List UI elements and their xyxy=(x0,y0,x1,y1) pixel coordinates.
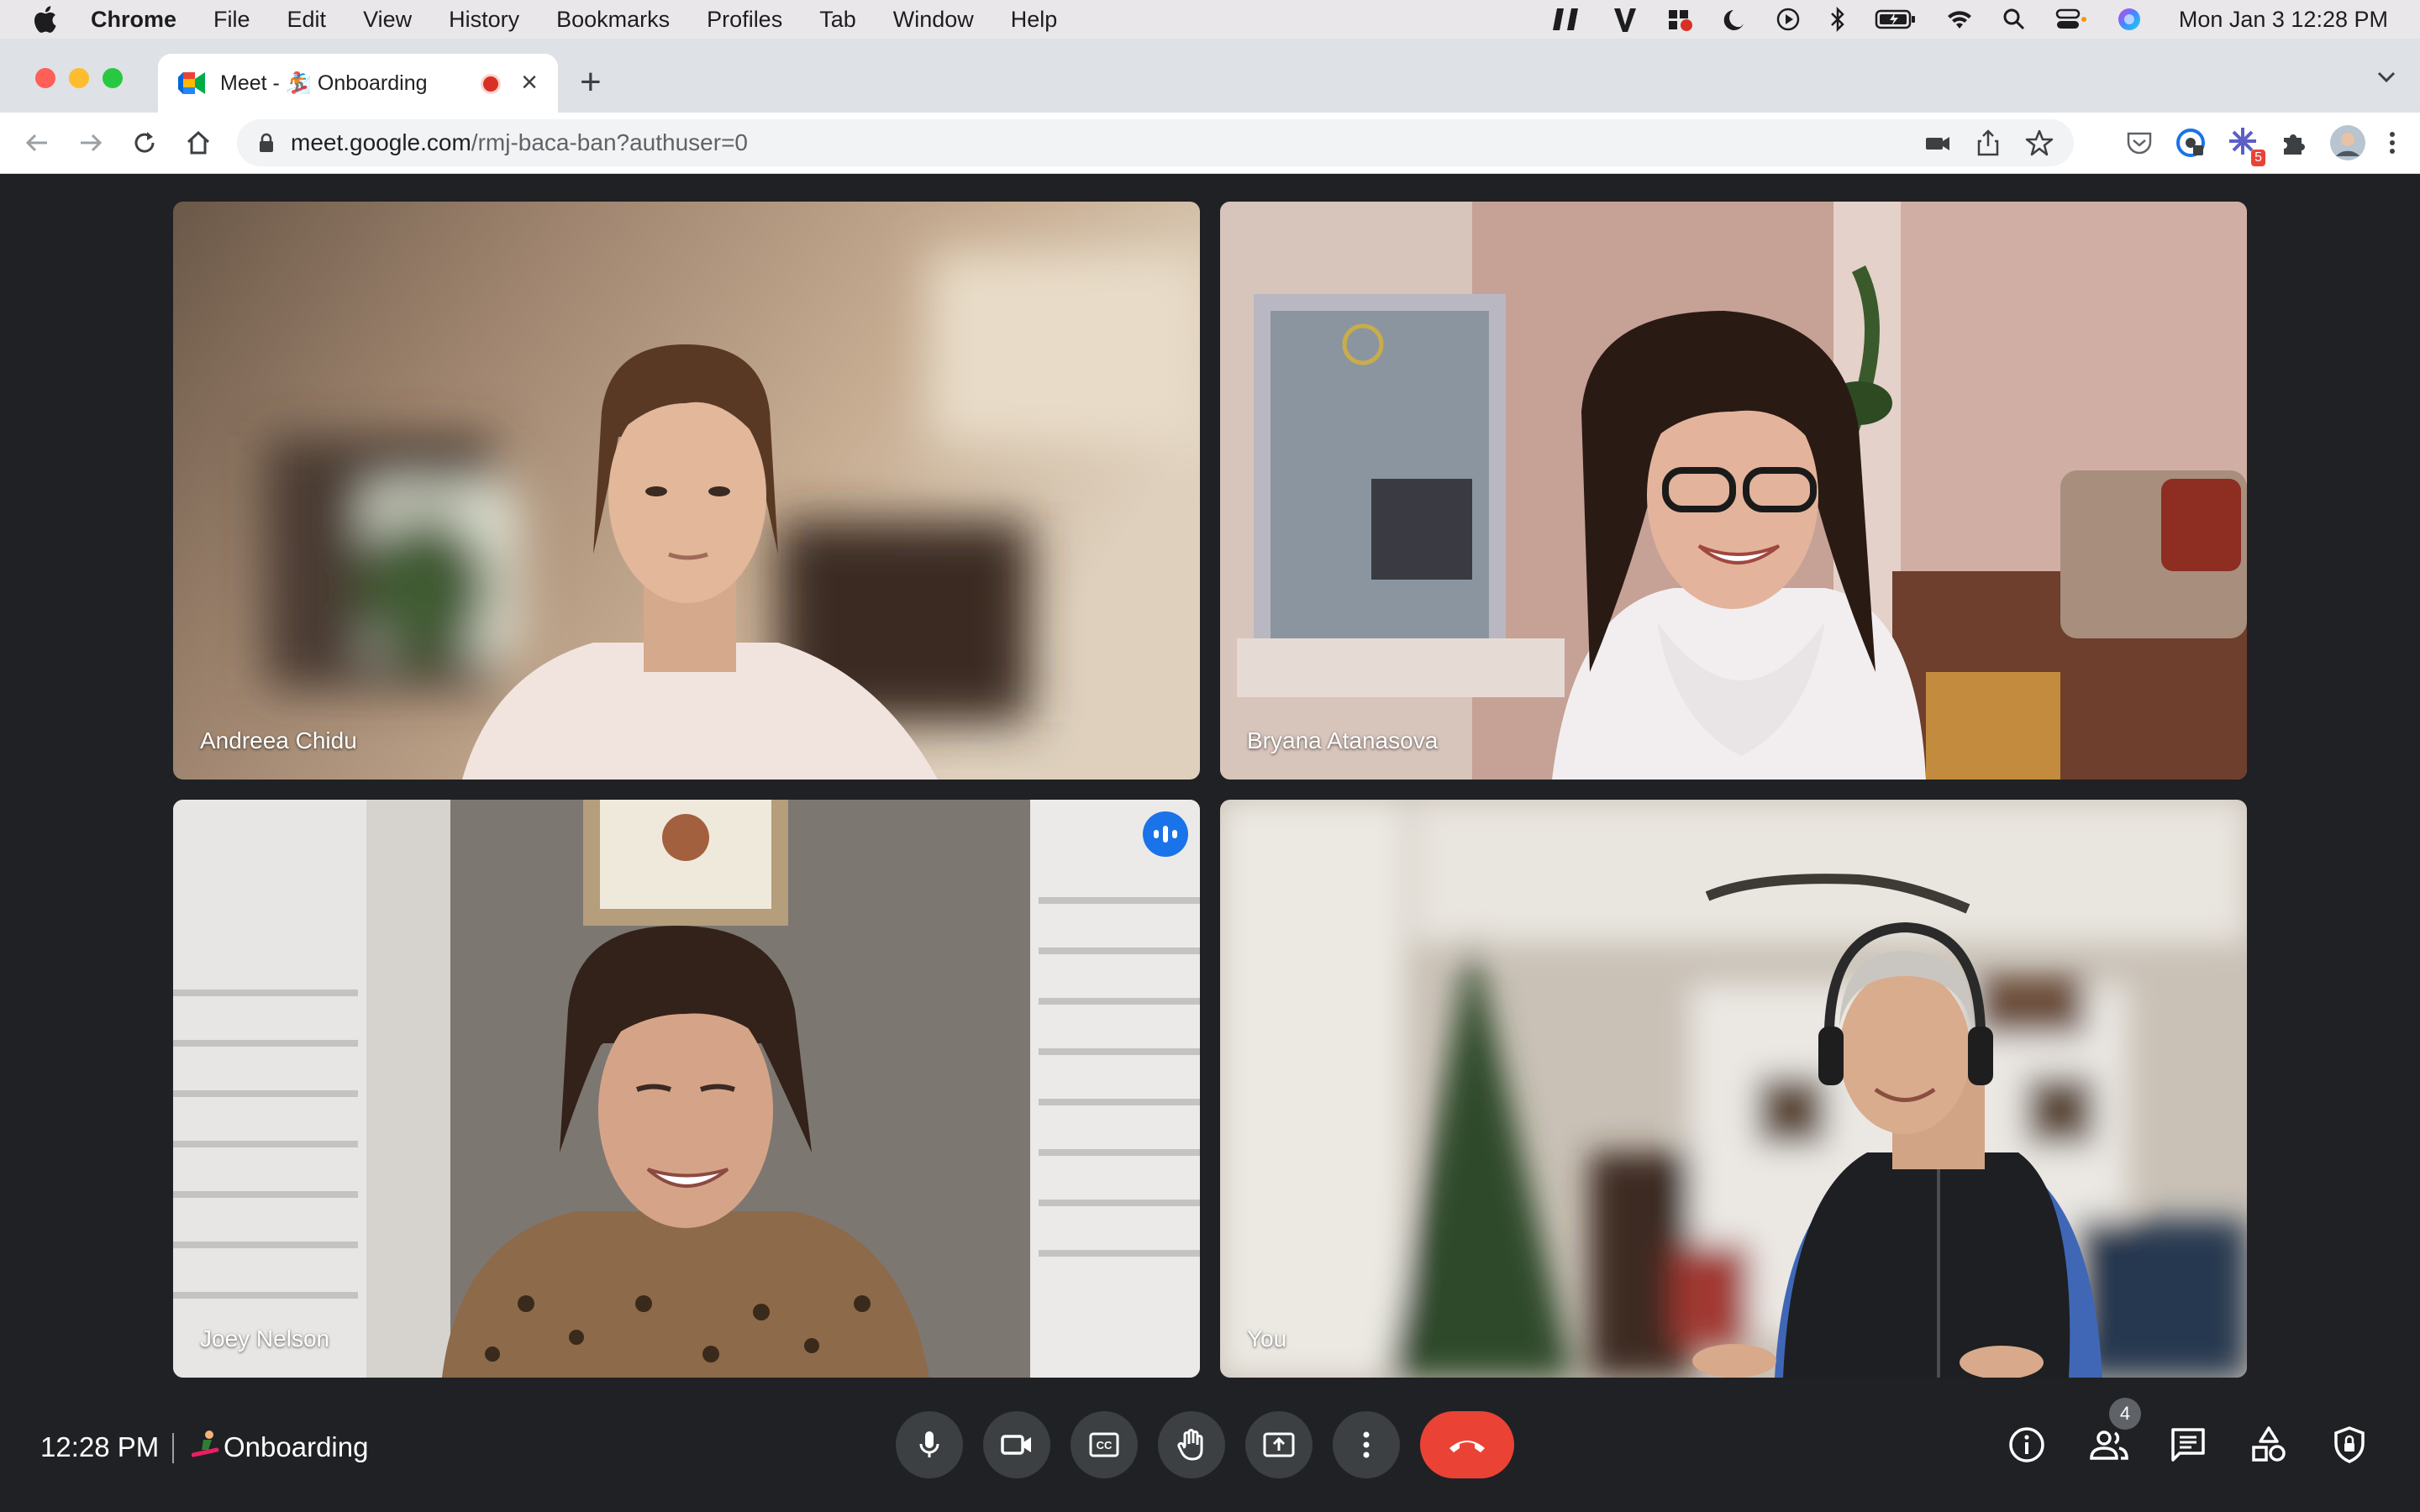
battery-icon[interactable] xyxy=(1875,8,1917,30)
menubar-status-area: Mon Jan 3 12:28 PM xyxy=(1550,0,2388,39)
participant-tile-self[interactable]: You xyxy=(1220,800,2247,1378)
menu-view[interactable]: View xyxy=(363,7,412,33)
svg-text:CC: CC xyxy=(1097,1439,1113,1452)
menu-history[interactable]: History xyxy=(449,7,519,33)
video-camera-icon xyxy=(1001,1435,1031,1455)
vimeo-app-icon[interactable] xyxy=(1612,5,1638,34)
home-icon[interactable] xyxy=(183,128,213,158)
participant-tile-andreea[interactable]: Andreea Chidu xyxy=(173,202,1200,780)
raise-hand-button[interactable] xyxy=(1158,1411,1225,1478)
extension-badge: 5 xyxy=(2251,149,2265,166)
divider xyxy=(172,1433,174,1463)
reload-icon[interactable] xyxy=(129,128,160,158)
people-icon[interactable] xyxy=(2087,1425,2131,1465)
recording-indicator-icon xyxy=(481,74,501,94)
profile-avatar[interactable] xyxy=(2329,124,2366,161)
menubar-clock[interactable]: Mon Jan 3 12:28 PM xyxy=(2179,7,2388,33)
macos-menubar: Chrome File Edit View History Bookmarks … xyxy=(0,0,2420,39)
tab-search-chevron-icon[interactable] xyxy=(2376,71,2396,84)
forward-arrow-icon[interactable] xyxy=(76,128,106,158)
tab-close-icon[interactable]: × xyxy=(514,67,544,97)
participant-video-andreea xyxy=(173,202,1200,780)
participant-video-joey xyxy=(173,800,1200,1378)
clickup-extension[interactable]: 5 xyxy=(2227,125,2265,166)
browser-tabstrip: Meet - 🏂 Onboarding × + xyxy=(0,39,2420,113)
control-center-icon[interactable] xyxy=(2054,8,2088,31)
participant-name-label: Andreea Chidu xyxy=(200,727,357,753)
recording-app-icon[interactable] xyxy=(1666,5,1695,34)
tab-meet-onboarding[interactable]: Meet - 🏂 Onboarding × xyxy=(158,54,558,113)
window-zoom-button[interactable] xyxy=(103,68,123,88)
play-circle-icon[interactable] xyxy=(1776,7,1801,32)
captions-button[interactable]: CC xyxy=(1071,1411,1138,1478)
closed-captions-icon: CC xyxy=(1089,1432,1119,1457)
activities-shapes-icon[interactable] xyxy=(2249,1425,2289,1465)
address-bar[interactable]: meet.google.com/rmj-baca-ban?authuser=0 xyxy=(237,119,2074,166)
window-minimize-button[interactable] xyxy=(69,68,89,88)
participant-tile-joey[interactable]: Joey Nelson xyxy=(173,800,1200,1378)
apple-logo-icon[interactable] xyxy=(32,5,57,34)
spotlight-search-icon[interactable] xyxy=(2002,8,2026,31)
microphone-icon xyxy=(919,1431,939,1457)
share-icon[interactable] xyxy=(1975,128,2002,158)
google-meet-favicon-icon xyxy=(178,72,205,94)
back-arrow-icon[interactable] xyxy=(22,128,52,158)
participant-video-bryana xyxy=(1220,202,2247,780)
more-options-button[interactable] xyxy=(1333,1411,1400,1478)
menu-tab[interactable]: Tab xyxy=(819,7,856,33)
browser-toolbar: meet.google.com/rmj-baca-ban?authuser=0 … xyxy=(0,113,2420,174)
menu-profiles[interactable]: Profiles xyxy=(707,7,782,33)
meeting-details-info-icon[interactable] xyxy=(2007,1425,2047,1465)
participant-video-self xyxy=(1220,800,2247,1378)
menu-window[interactable]: Window xyxy=(893,7,974,33)
participant-name-label: Bryana Atanasova xyxy=(1247,727,1439,753)
speaking-indicator-icon xyxy=(1143,811,1188,857)
new-tab-plus-icon[interactable]: + xyxy=(580,64,602,101)
meeting-control-bar: 12:28 PM Onboarding CC 4 xyxy=(0,1378,2420,1512)
moon-icon[interactable] xyxy=(1723,7,1747,32)
siri-icon[interactable] xyxy=(2117,7,2142,32)
chat-icon[interactable] xyxy=(2168,1425,2208,1465)
participant-name-label: You xyxy=(1247,1326,1287,1352)
chrome-menu-kebab-icon[interactable] xyxy=(2386,128,2398,158)
wifi-icon[interactable] xyxy=(1945,8,1974,31)
meeting-name: Onboarding xyxy=(224,1431,369,1462)
bookmark-star-icon[interactable] xyxy=(2025,128,2054,158)
tab-title: Meet - 🏂 Onboarding xyxy=(220,71,428,95)
menu-file[interactable]: File xyxy=(213,7,250,33)
hang-up-phone-icon xyxy=(1449,1441,1485,1452)
host-controls-shield-icon[interactable] xyxy=(2329,1425,2370,1465)
menu-bookmarks[interactable]: Bookmarks xyxy=(556,7,670,33)
extensions-puzzle-icon[interactable] xyxy=(2279,128,2309,158)
camera-button[interactable] xyxy=(983,1411,1050,1478)
password-manager-extension-icon[interactable] xyxy=(2175,127,2207,159)
snowboarder-emoji-icon xyxy=(192,1431,219,1457)
microphone-button[interactable] xyxy=(896,1411,963,1478)
camera-in-use-icon[interactable] xyxy=(1924,128,1951,158)
meeting-clock: 12:28 PM xyxy=(40,1431,160,1462)
url-host: meet.google.com xyxy=(291,129,471,155)
bluetooth-icon[interactable] xyxy=(1829,6,1846,33)
notion-like-app-icon[interactable] xyxy=(1550,5,1584,34)
url-path: /rmj-baca-ban?authuser=0 xyxy=(471,129,748,155)
pocket-extension-icon[interactable] xyxy=(2124,128,2154,158)
leave-call-button[interactable] xyxy=(1420,1411,1514,1478)
menu-edit[interactable]: Edit xyxy=(287,7,327,33)
participant-count-badge: 4 xyxy=(2109,1398,2141,1430)
present-screen-icon xyxy=(1263,1432,1295,1457)
more-vertical-icon xyxy=(1363,1431,1370,1458)
window-close-button[interactable] xyxy=(35,68,55,88)
present-screen-button[interactable] xyxy=(1245,1411,1313,1478)
participant-tile-bryana[interactable]: Bryana Atanasova xyxy=(1220,202,2247,780)
participant-name-label: Joey Nelson xyxy=(200,1326,330,1352)
menu-help[interactable]: Help xyxy=(1011,7,1058,33)
raise-hand-icon xyxy=(1177,1429,1203,1461)
lock-icon[interactable] xyxy=(259,133,274,153)
menu-app-chrome[interactable]: Chrome xyxy=(91,7,176,33)
